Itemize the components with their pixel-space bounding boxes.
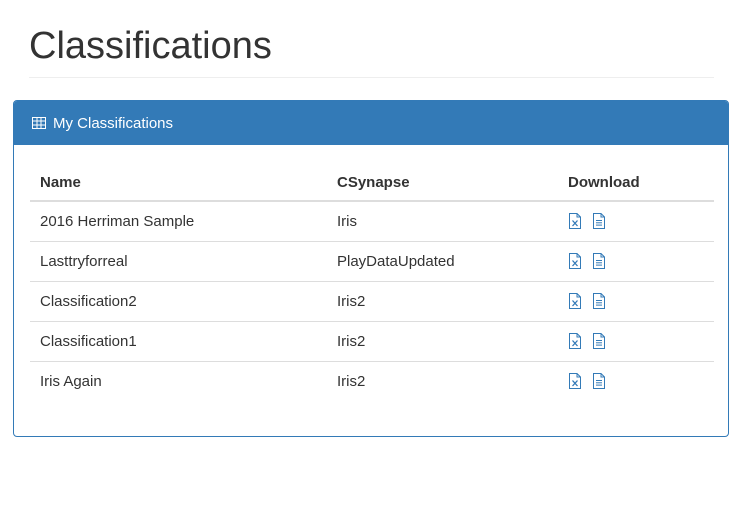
cell-synapse: PlayDataUpdated: [327, 241, 558, 282]
excel-file-icon[interactable]: [568, 333, 582, 349]
cell-download: [558, 281, 714, 322]
table-row: Classification1 Iris2: [30, 321, 714, 362]
text-file-icon[interactable]: [592, 293, 606, 309]
classifications-panel: My Classifications Name CSynapse Downloa…: [13, 100, 729, 437]
page-title: Classifications: [29, 25, 272, 67]
cell-download: [558, 201, 714, 242]
cell-download: [558, 361, 714, 401]
cell-download: [558, 241, 714, 282]
table-row: 2016 Herriman Sample Iris: [30, 201, 714, 242]
excel-file-icon[interactable]: [568, 213, 582, 230]
cell-name: 2016 Herriman Sample: [30, 201, 327, 242]
cell-download: [558, 321, 714, 362]
column-header-name[interactable]: Name: [30, 165, 327, 202]
table-row: Lasttryforreal PlayDataUpdated: [30, 241, 714, 282]
cell-name: Lasttryforreal: [30, 241, 327, 282]
cell-name: Classification1: [30, 321, 327, 362]
column-header-download: Download: [558, 165, 714, 202]
cell-synapse: Iris2: [337, 372, 366, 390]
text-file-icon[interactable]: [592, 213, 606, 230]
cell-synapse: Iris2: [327, 321, 558, 362]
classifications-table: Name CSynapse Download 2016 Herriman Sam…: [30, 165, 714, 401]
cell-name: Iris Again: [40, 372, 102, 390]
text-file-icon[interactable]: [592, 373, 606, 390]
title-divider: [29, 77, 714, 78]
cell-synapse: Iris: [327, 201, 558, 242]
panel-title: My Classifications: [53, 114, 174, 132]
text-file-icon[interactable]: [592, 333, 606, 349]
panel-heading: My Classifications: [14, 101, 728, 145]
table-header-row: Name CSynapse Download: [30, 165, 714, 202]
cell-name: Classification2: [30, 281, 327, 322]
table-icon: [32, 117, 46, 129]
text-file-icon[interactable]: [592, 253, 606, 269]
excel-file-icon[interactable]: [568, 253, 582, 269]
table-row: Classification2 Iris2: [30, 281, 714, 322]
excel-file-icon[interactable]: [568, 293, 582, 309]
column-header-synapse[interactable]: CSynapse: [327, 165, 558, 202]
cell-synapse: Iris2: [327, 281, 558, 322]
table-row: Iris Again Iris2: [30, 361, 714, 401]
excel-file-icon[interactable]: [568, 373, 582, 390]
